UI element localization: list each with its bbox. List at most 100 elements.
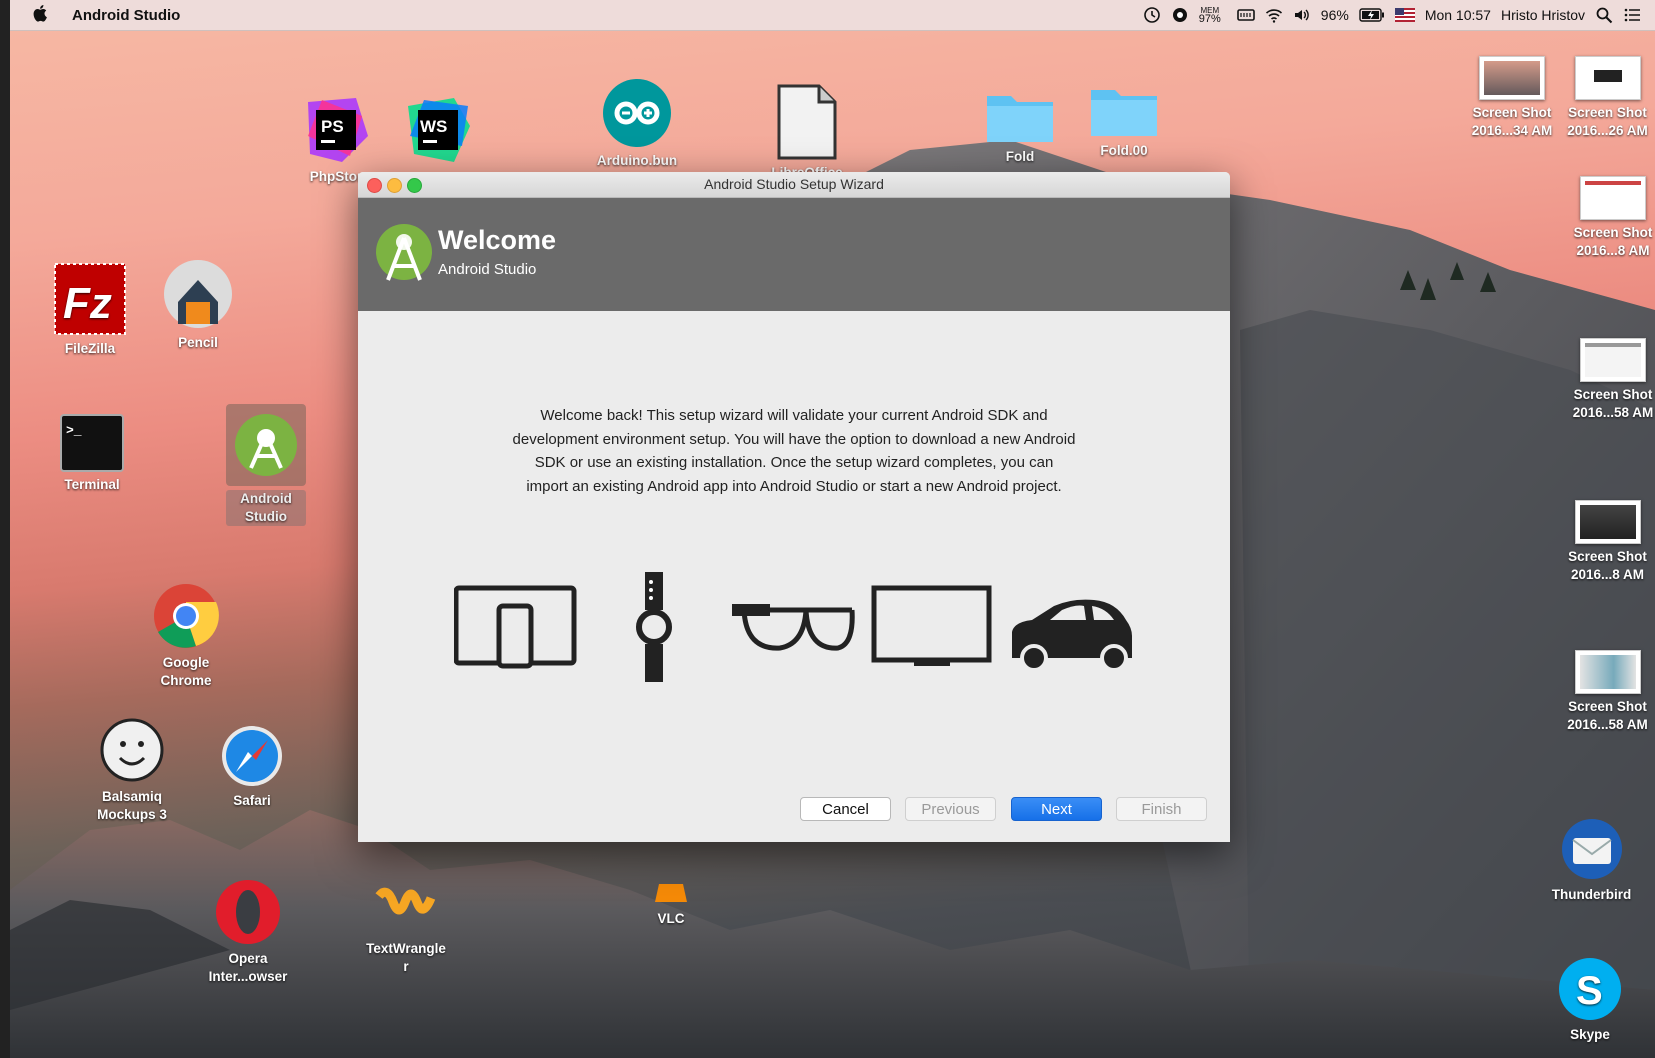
balsamiq-icon xyxy=(84,716,180,784)
battery-icon[interactable] xyxy=(1359,8,1385,22)
cancel-button[interactable]: Cancel xyxy=(800,797,891,821)
android-studio-icon xyxy=(226,404,306,486)
desktop-icon-skype[interactable]: S Skype xyxy=(1550,956,1630,1044)
eye-icon[interactable] xyxy=(1171,6,1189,24)
safari-label: Safari xyxy=(233,793,271,808)
desktop-icon-arduino[interactable]: Arduino.bun xyxy=(582,78,692,170)
desktop-icon-opera[interactable]: Opera Inter...owser xyxy=(200,878,296,986)
fold-label: Fold xyxy=(1005,149,1035,164)
filezilla-icon: Fz xyxy=(50,262,130,336)
android-studio-label: Android Studio xyxy=(226,490,306,526)
desktop-icon-thunderbird[interactable]: Thunderbird xyxy=(1544,816,1639,904)
svg-text:WS: WS xyxy=(420,117,447,136)
desktop-icon-screenshot-3[interactable]: Screen Shot 2016...8 AM xyxy=(1568,176,1655,260)
menu-bar: Android Studio MEM 97% 96% Mon 10:57 Hris… xyxy=(10,0,1655,31)
screenshot-thumbnail xyxy=(1580,338,1646,382)
desktop-icon-fold[interactable]: Fold xyxy=(982,88,1058,166)
vlc-icon xyxy=(636,884,706,906)
desktop-icon-textwrangler[interactable]: TextWrangle r xyxy=(358,886,454,976)
desktop-icon-balsamiq[interactable]: Balsamiq Mockups 3 xyxy=(84,716,180,824)
terminal-icon: >_ xyxy=(52,414,132,472)
chrome-icon xyxy=(146,582,226,650)
screenshot-label: Screen Shot 2016...8 AM xyxy=(1568,549,1647,582)
window-title: Android Studio Setup Wizard xyxy=(704,176,884,192)
close-button[interactable] xyxy=(367,178,382,193)
volume-icon[interactable] xyxy=(1293,6,1311,24)
screenshot-label: Screen Shot 2016...34 AM xyxy=(1471,105,1553,138)
header-subtitle: Android Studio xyxy=(438,261,537,278)
desktop-icon-pencil[interactable]: Pencil xyxy=(158,258,238,352)
setup-wizard-window: Android Studio Setup Wizard Welcome Andr… xyxy=(358,172,1230,842)
desktop-icon-safari[interactable]: Safari xyxy=(214,724,290,810)
status-menus: MEM 97% 96% Mon 10:57 Hristo Hristov xyxy=(1143,6,1655,25)
us-flag-input-icon[interactable] xyxy=(1394,8,1415,22)
arduino-icon xyxy=(582,78,692,148)
welcome-line: SDK or use an existing installation. Onc… xyxy=(534,454,1054,471)
arduino-label: Arduino.bun xyxy=(596,153,678,168)
filezilla-label: FileZilla xyxy=(64,341,116,356)
keyboard-icon[interactable] xyxy=(1236,6,1255,24)
welcome-line: Welcome back! This setup wizard will val… xyxy=(540,407,1048,424)
apple-menu-icon[interactable] xyxy=(32,4,50,27)
minimize-button[interactable] xyxy=(387,178,402,193)
desktop-icon-screenshot-5[interactable]: Screen Shot 2016...8 AM xyxy=(1560,500,1655,584)
window-title-bar[interactable]: Android Studio Setup Wizard xyxy=(358,172,1230,198)
thunderbird-icon xyxy=(1544,816,1639,882)
screenshot-label: Screen Shot 2016...26 AM xyxy=(1567,105,1648,138)
user-name[interactable]: Hristo Hristov xyxy=(1501,7,1585,23)
textwrangler-icon xyxy=(358,886,454,936)
screenshot-thumbnail xyxy=(1574,56,1641,100)
next-button[interactable]: Next xyxy=(1011,797,1102,821)
desktop-icon-screenshot-1[interactable]: Screen Shot 2016...34 AM xyxy=(1462,56,1562,140)
svg-text:Fz: Fz xyxy=(63,279,112,328)
desktop-icon-terminal[interactable]: >_ Terminal xyxy=(52,414,132,494)
welcome-line: import an existing Android app into Andr… xyxy=(526,477,1062,495)
desktop-icon-filezilla[interactable]: Fz FileZilla xyxy=(50,262,130,358)
chrome-label: Google Chrome xyxy=(160,655,212,688)
svg-text:>_: >_ xyxy=(66,423,82,438)
time-machine-icon[interactable] xyxy=(1143,6,1161,24)
active-app-name[interactable]: Android Studio xyxy=(72,7,180,24)
screenshot-thumbnail xyxy=(1580,176,1646,220)
screenshot-label: Screen Shot 2016...58 AM xyxy=(1567,699,1648,732)
desktop-icon-screenshot-2[interactable]: Screen Shot 2016...26 AM xyxy=(1560,56,1655,140)
desktop-icon-vlc[interactable]: VLC xyxy=(636,884,706,928)
desktop-icon-chrome[interactable]: Google Chrome xyxy=(146,582,226,690)
notification-center-icon[interactable] xyxy=(1623,6,1641,24)
welcome-message: Welcome back! This setup wizard will val… xyxy=(478,404,1110,498)
desktop-icon-fold-00[interactable]: Fold.00 xyxy=(1086,82,1162,160)
svg-text:PS: PS xyxy=(321,117,344,136)
memory-monitor[interactable]: MEM 97% xyxy=(1199,6,1227,25)
finish-button[interactable]: Finish xyxy=(1116,797,1207,821)
car-icon xyxy=(1012,599,1132,672)
balsamiq-label: Balsamiq Mockups 3 xyxy=(97,789,167,822)
pencil-icon xyxy=(158,258,238,330)
desktop-icon-libreoffice[interactable]: LibreOffice xyxy=(752,84,862,172)
opera-label: Opera Inter...owser xyxy=(208,951,288,984)
device-types-illustration xyxy=(454,572,1132,682)
tv-icon xyxy=(871,585,992,666)
folder-icon xyxy=(1086,82,1162,138)
screenshot-thumbnail xyxy=(1479,56,1545,100)
screenshot-thumbnail xyxy=(1574,650,1641,694)
desktop-icon-webstorm[interactable]: WS xyxy=(402,96,474,164)
glasses-icon xyxy=(732,604,855,651)
spotlight-search-icon[interactable] xyxy=(1595,6,1613,24)
clock[interactable]: Mon 10:57 xyxy=(1425,7,1491,23)
previous-button[interactable]: Previous xyxy=(905,797,996,821)
desktop-icon-screenshot-6[interactable]: Screen Shot 2016...58 AM xyxy=(1560,650,1655,734)
zoom-button[interactable] xyxy=(407,178,422,193)
desktop-icon-android-studio[interactable]: Android Studio xyxy=(226,404,306,526)
wifi-icon[interactable] xyxy=(1265,6,1283,24)
skype-icon: S xyxy=(1550,956,1630,1022)
tablet-phone-icon xyxy=(454,585,577,669)
pencil-label: Pencil xyxy=(178,335,218,350)
fold-00-label: Fold.00 xyxy=(1100,143,1148,158)
battery-percent[interactable]: 96% xyxy=(1321,7,1349,23)
header-title: Welcome xyxy=(438,225,557,255)
desktop-icon-screenshot-4[interactable]: Screen Shot 2016...58 AM xyxy=(1568,338,1655,422)
thunderbird-label: Thunderbird xyxy=(1551,887,1632,902)
libreoffice-label: LibreOffice xyxy=(752,164,862,172)
libreoffice-icon xyxy=(752,84,862,160)
svg-text:S: S xyxy=(1576,969,1603,1013)
